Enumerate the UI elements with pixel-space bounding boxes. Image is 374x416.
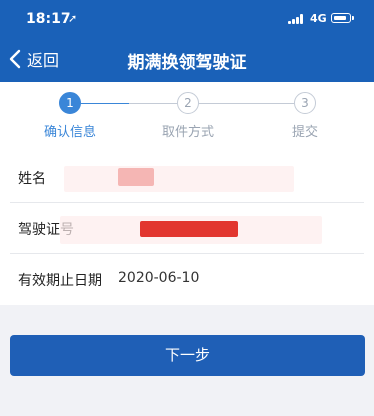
field-row-name: 姓名	[0, 152, 374, 203]
step-label: 取件方式	[161, 125, 214, 140]
next-step-button[interactable]: 下一步	[10, 335, 365, 376]
redacted-license	[140, 221, 238, 237]
status-bar: 18:17 ➚ 4G	[0, 0, 374, 36]
signal-bars-icon	[288, 14, 306, 24]
page-title: 期满换领驾驶证	[127, 53, 247, 73]
battery-icon	[331, 13, 354, 23]
expiry-date-value: 2020-06-10	[118, 270, 200, 286]
field-label: 有效期止日期	[18, 273, 102, 289]
field-row-expiry: 有效期止日期 2020-06-10	[0, 254, 374, 305]
redacted-name-glow	[64, 166, 294, 192]
network-type: 4G	[310, 12, 327, 25]
navigation-bar: 返回 期满换领驾驶证	[0, 36, 374, 82]
status-time: 18:17	[26, 11, 71, 27]
step-number: 2	[177, 92, 199, 114]
step-label: 提交	[291, 125, 318, 140]
step-3: 3 提交	[265, 92, 345, 140]
step-2: 2 取件方式	[148, 92, 228, 140]
info-card: 姓名 驾驶证号 有效期止日期 2020-06-10	[0, 152, 374, 305]
app-header: 18:17 ➚ 4G 返回 期满换领驾驶证	[0, 0, 374, 82]
step-1: 1 确认信息	[30, 92, 110, 140]
location-arrow-icon: ➚	[68, 12, 78, 25]
field-label: 姓名	[18, 171, 46, 187]
progress-steps: 1 确认信息 2 取件方式 3 提交	[0, 82, 374, 152]
step-label: 确认信息	[43, 125, 96, 140]
field-row-license: 驾驶证号	[0, 203, 374, 254]
step-number: 1	[59, 92, 81, 114]
step-number: 3	[294, 92, 316, 114]
